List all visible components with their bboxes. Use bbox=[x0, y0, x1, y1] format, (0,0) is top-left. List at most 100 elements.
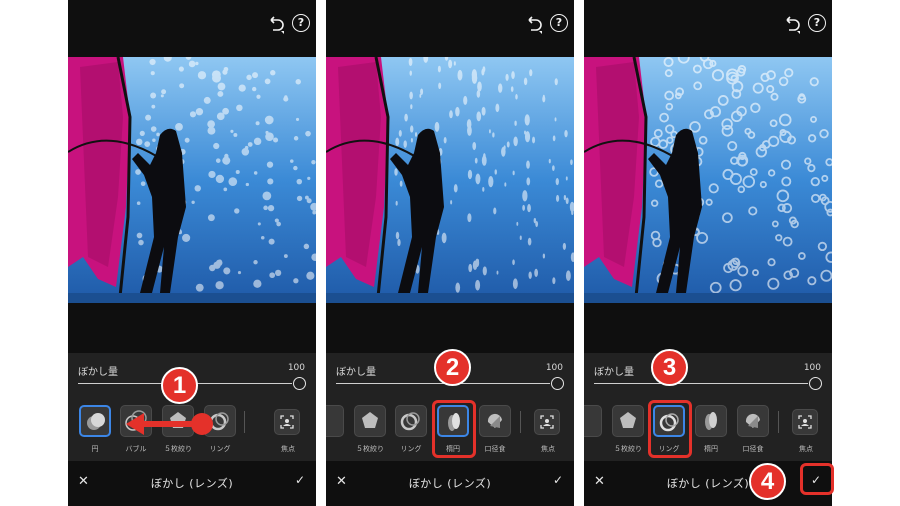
bottom-bar: ✕ ぼかし (レンズ) ✓ bbox=[584, 461, 832, 506]
bokeh-highlight bbox=[488, 176, 494, 188]
confirm-button[interactable]: ✓ bbox=[553, 473, 563, 487]
bokeh-highlight bbox=[241, 148, 250, 156]
blur-slider-track[interactable] bbox=[594, 383, 808, 384]
blur-slider-thumb[interactable] bbox=[551, 377, 564, 390]
bokeh-highlight bbox=[542, 253, 546, 259]
focus-button[interactable] bbox=[792, 409, 818, 435]
bokeh-highlight bbox=[253, 279, 262, 288]
help-icon[interactable]: ? bbox=[292, 14, 310, 32]
bokeh-highlight bbox=[476, 90, 481, 98]
undo-icon[interactable] bbox=[522, 14, 544, 36]
bokeh-highlight bbox=[270, 70, 276, 76]
bokeh-highlight bbox=[139, 130, 145, 136]
bokeh-highlight bbox=[565, 176, 568, 181]
bokeh-highlight bbox=[245, 182, 249, 187]
focus-icon bbox=[798, 415, 812, 429]
bokeh-highlight bbox=[527, 203, 531, 213]
bokeh-highlight bbox=[136, 201, 141, 206]
bokeh-highlight bbox=[264, 78, 271, 85]
bokeh-highlight bbox=[150, 92, 157, 99]
shape-partial-button[interactable] bbox=[326, 405, 344, 437]
divider bbox=[520, 411, 521, 433]
bokeh-highlight bbox=[203, 96, 211, 104]
bokeh-highlight bbox=[253, 171, 258, 175]
bokeh-highlight bbox=[467, 213, 472, 223]
bokeh-highlight bbox=[135, 169, 141, 175]
bokeh-highlight bbox=[179, 83, 185, 89]
bokeh-highlight bbox=[552, 277, 556, 285]
step-badge-4: 4 bbox=[749, 463, 786, 500]
focus-button[interactable] bbox=[534, 409, 560, 435]
bokeh-highlight bbox=[263, 205, 268, 211]
bokeh-highlight bbox=[218, 259, 222, 264]
tool-title: ぼかし (レンズ) bbox=[150, 477, 234, 490]
bokeh-highlight bbox=[409, 91, 413, 100]
bokeh-highlight bbox=[512, 259, 515, 266]
focus-icon bbox=[540, 415, 554, 429]
bottom-bar: ✕ ぼかし (レンズ) ✓ bbox=[326, 461, 574, 506]
help-icon[interactable]: ? bbox=[808, 14, 826, 32]
shape-circle-button[interactable] bbox=[79, 405, 111, 437]
confirm-button[interactable]: ✓ bbox=[295, 473, 305, 487]
bokeh-highlight bbox=[244, 145, 249, 150]
shape-cat-eye-button[interactable] bbox=[737, 405, 769, 437]
bokeh-highlight bbox=[488, 129, 491, 134]
bokeh-highlight bbox=[236, 104, 243, 112]
bokeh-highlight bbox=[526, 160, 530, 169]
divider bbox=[778, 411, 779, 433]
bokeh-highlight bbox=[438, 82, 442, 90]
bokeh-highlight bbox=[269, 272, 276, 279]
bokeh-highlight bbox=[482, 266, 487, 276]
shape-ellipse-button[interactable] bbox=[695, 405, 727, 437]
bokeh-highlight bbox=[563, 195, 567, 201]
step-badge-2: 2 bbox=[434, 349, 471, 386]
bokeh-highlight bbox=[533, 217, 537, 224]
bokeh-highlight bbox=[223, 187, 228, 192]
bokeh-highlight bbox=[149, 58, 156, 66]
bokeh-highlight bbox=[290, 159, 294, 163]
shape-partial-button[interactable] bbox=[584, 405, 602, 437]
bokeh-highlight bbox=[448, 59, 453, 69]
bokeh-highlight bbox=[410, 104, 413, 110]
undo-icon[interactable] bbox=[264, 14, 286, 36]
bokeh-highlight bbox=[215, 174, 225, 184]
bokeh-highlight bbox=[273, 137, 279, 143]
bokeh-highlight bbox=[230, 129, 234, 133]
bokeh-highlight bbox=[453, 184, 458, 193]
bokeh-highlight bbox=[495, 103, 500, 113]
undo-icon[interactable] bbox=[780, 14, 802, 36]
bokeh-shape-row: ５枚絞り リング 楕円 口径食 焦点 bbox=[584, 405, 832, 457]
highlight-confirm bbox=[800, 463, 834, 495]
bokeh-highlight bbox=[152, 138, 156, 142]
bokeh-highlight bbox=[253, 260, 258, 265]
bokeh-highlight bbox=[217, 91, 224, 97]
bokeh-highlight bbox=[305, 130, 311, 137]
bokeh-highlight bbox=[529, 69, 533, 77]
bokeh-highlight bbox=[175, 122, 183, 131]
bokeh-highlight bbox=[215, 158, 221, 163]
bokeh-highlight bbox=[467, 169, 473, 180]
bokeh-highlight bbox=[140, 181, 146, 187]
bokeh-highlight bbox=[404, 113, 408, 122]
blur-slider-thumb[interactable] bbox=[809, 377, 822, 390]
shape-five-blade-button[interactable] bbox=[612, 405, 644, 437]
shape-ring-button[interactable] bbox=[395, 405, 427, 437]
focus-button[interactable] bbox=[274, 409, 300, 435]
bokeh-highlight bbox=[562, 242, 567, 250]
blur-slider-thumb[interactable] bbox=[293, 377, 306, 390]
bokeh-highlight bbox=[455, 106, 460, 117]
bokeh-highlight bbox=[449, 110, 453, 119]
bokeh-highlight bbox=[397, 238, 401, 247]
help-icon[interactable]: ? bbox=[550, 14, 568, 32]
bokeh-highlight bbox=[555, 194, 560, 202]
bokeh-highlight bbox=[506, 141, 510, 148]
shape-five-blade-button[interactable] bbox=[354, 405, 386, 437]
bokeh-highlight bbox=[523, 77, 528, 86]
bokeh-highlight bbox=[307, 176, 311, 181]
bokeh-highlight bbox=[188, 60, 196, 68]
bokeh-highlight bbox=[528, 271, 532, 279]
bokeh-highlight bbox=[234, 208, 240, 214]
focus-label: 焦点 bbox=[281, 445, 295, 453]
bokeh-highlight bbox=[184, 137, 190, 143]
shape-cat-eye-button[interactable] bbox=[479, 405, 511, 437]
